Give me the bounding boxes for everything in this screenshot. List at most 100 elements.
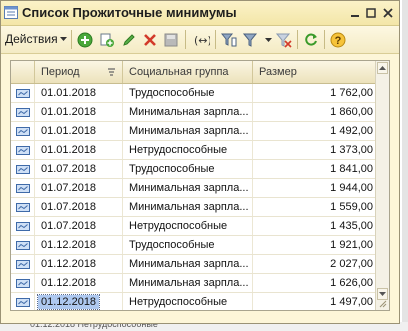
row-icon-cell: [11, 141, 35, 159]
table-row[interactable]: 01.07.2018 Минимальная зарпла... 1 944,00: [11, 179, 377, 198]
header-social-group[interactable]: Социальная группа: [123, 61, 253, 83]
edit-button[interactable]: [120, 31, 138, 49]
record-icon: [16, 146, 30, 155]
minimize-icon: [351, 15, 359, 17]
record-icon: [16, 279, 30, 288]
minimize-button[interactable]: [347, 5, 363, 21]
cell-social-group[interactable]: Трудоспособные: [123, 84, 253, 102]
cell-period[interactable]: 01.01.2018: [35, 122, 123, 140]
cell-period[interactable]: 01.12.2018: [35, 293, 123, 310]
table-row[interactable]: 01.07.2018 Трудоспособные 1 841,00: [11, 160, 377, 179]
title-bar[interactable]: Список Прожиточные минимумы: [1, 1, 399, 26]
filter-button[interactable]: [242, 31, 260, 49]
sort-ascending-icon: [108, 68, 115, 76]
table-row[interactable]: 01.12.2018 Минимальная зарпла... 2 027,00: [11, 255, 377, 274]
set-interval-button[interactable]: (↔): [193, 31, 211, 49]
record-icon: [16, 184, 30, 193]
resize-grip-icon[interactable]: [379, 300, 387, 308]
cell-amount[interactable]: 2 027,00: [253, 255, 377, 273]
table-row[interactable]: 01.12.2018 Трудоспособные 1 921,00: [11, 236, 377, 255]
table-row[interactable]: 01.12.2018 Нетрудоспособные 1 497,00: [11, 293, 377, 310]
cell-period[interactable]: 01.01.2018: [35, 84, 123, 102]
cell-amount[interactable]: 1 559,00: [253, 198, 377, 216]
help-button[interactable]: ?: [329, 31, 347, 49]
table-row[interactable]: 01.07.2018 Минимальная зарпла... 1 559,00: [11, 198, 377, 217]
cell-period[interactable]: 01.12.2018: [35, 236, 123, 254]
table-row[interactable]: 01.01.2018 Минимальная зарпла... 1 492,00: [11, 122, 377, 141]
toolbar-separator: [215, 30, 216, 49]
cell-social-group[interactable]: Минимальная зарпла...: [123, 122, 253, 140]
record-icon: [16, 298, 30, 307]
cell-period[interactable]: 01.01.2018: [35, 103, 123, 121]
cell-social-group[interactable]: Минимальная зарпла...: [123, 255, 253, 273]
cell-period[interactable]: 01.01.2018: [35, 141, 123, 159]
clear-filter-button[interactable]: [275, 31, 293, 49]
cell-period[interactable]: 01.07.2018: [35, 217, 123, 235]
cell-amount[interactable]: 1 435,00: [253, 217, 377, 235]
cell-social-group[interactable]: Минимальная зарпла...: [123, 179, 253, 197]
header-amount[interactable]: Размер: [253, 61, 377, 83]
header-icon-column[interactable]: [11, 61, 35, 83]
cell-period[interactable]: 01.07.2018: [35, 179, 123, 197]
header-period-label: Период: [41, 66, 80, 78]
table-row[interactable]: 01.01.2018 Минимальная зарпла... 1 860,00: [11, 103, 377, 122]
table-row[interactable]: 01.01.2018 Трудоспособные 1 762,00: [11, 84, 377, 103]
cell-amount[interactable]: 1 626,00: [253, 274, 377, 292]
record-icon: [16, 203, 30, 212]
cell-period-text: 01.07.2018: [41, 163, 97, 175]
delete-button[interactable]: [141, 31, 159, 49]
row-icon-cell: [11, 160, 35, 178]
filter-by-value-button[interactable]: [220, 31, 238, 49]
add-button[interactable]: [76, 31, 94, 49]
record-icon: [16, 89, 30, 98]
cell-period-text: 01.01.2018: [41, 144, 97, 156]
scroll-down-button[interactable]: [377, 288, 388, 300]
header-period[interactable]: Период: [35, 61, 123, 83]
cell-social-group[interactable]: Минимальная зарпла...: [123, 103, 253, 121]
cell-amount[interactable]: 1 860,00: [253, 103, 377, 121]
cell-amount[interactable]: 1 921,00: [253, 236, 377, 254]
interval-icon: (↔): [194, 34, 210, 47]
table-row[interactable]: 01.12.2018 Минимальная зарпла... 1 626,00: [11, 274, 377, 293]
cell-social-group[interactable]: Трудоспособные: [123, 160, 253, 178]
toolbar: Действия (↔ ?: [1, 26, 399, 54]
actions-menu-button[interactable]: Действия: [5, 31, 67, 47]
cell-amount[interactable]: 1 373,00: [253, 141, 377, 159]
cell-social-group[interactable]: Трудоспособные: [123, 236, 253, 254]
cell-social-group[interactable]: Нетрудоспособные: [123, 293, 253, 310]
table-row[interactable]: 01.01.2018 Нетрудоспособные 1 373,00: [11, 141, 377, 160]
dropdown-arrow-icon: [59, 36, 67, 41]
cell-period[interactable]: 01.12.2018: [35, 255, 123, 273]
cell-amount[interactable]: 1 762,00: [253, 84, 377, 102]
cell-period-text: 01.07.2018: [41, 201, 97, 213]
cell-social-group[interactable]: Нетрудоспособные: [123, 141, 253, 159]
add-icon: [77, 32, 93, 48]
cell-period-text: 01.01.2018: [41, 87, 97, 99]
record-icon: [16, 260, 30, 269]
cell-period[interactable]: 01.12.2018: [35, 274, 123, 292]
cell-amount[interactable]: 1 492,00: [253, 122, 377, 140]
close-button[interactable]: [380, 5, 396, 21]
vertical-scrollbar[interactable]: [375, 61, 389, 310]
record-icon: [16, 127, 30, 136]
row-icon-cell: [11, 179, 35, 197]
cell-period-text: 01.07.2018: [41, 182, 97, 194]
scroll-up-button[interactable]: [377, 62, 388, 74]
cell-social-group[interactable]: Нетрудоспособные: [123, 217, 253, 235]
cell-period[interactable]: 01.07.2018: [35, 198, 123, 216]
cell-social-group[interactable]: Минимальная зарпла...: [123, 274, 253, 292]
table-row[interactable]: 01.07.2018 Нетрудоспособные 1 435,00: [11, 217, 377, 236]
maximize-button[interactable]: [363, 5, 379, 21]
toolbar-separator: [324, 30, 325, 49]
cell-amount[interactable]: 1 944,00: [253, 179, 377, 197]
cell-amount[interactable]: 1 497,00: [253, 293, 377, 310]
refresh-button[interactable]: [302, 31, 320, 49]
cell-period[interactable]: 01.07.2018: [35, 160, 123, 178]
data-table[interactable]: Период Социальная группа Размер 01.01.20…: [10, 60, 390, 311]
save-button[interactable]: [162, 31, 180, 49]
row-icon-cell: [11, 255, 35, 273]
copy-button[interactable]: [98, 31, 116, 49]
copy-icon: [100, 33, 114, 47]
cell-social-group[interactable]: Минимальная зарпла...: [123, 198, 253, 216]
cell-amount[interactable]: 1 841,00: [253, 160, 377, 178]
